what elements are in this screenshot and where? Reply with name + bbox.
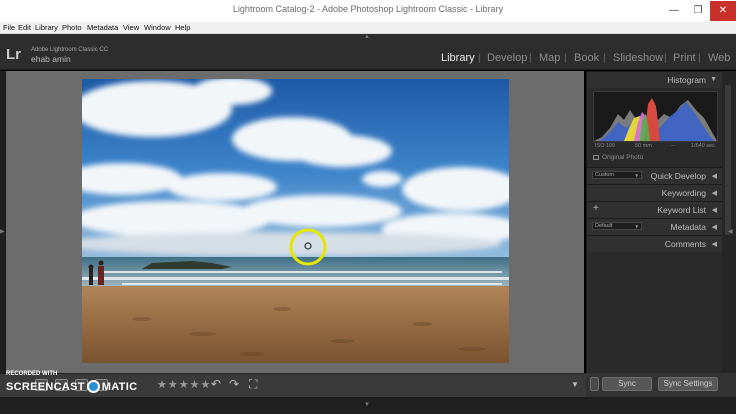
select-arrow-icon: ▼	[634, 173, 639, 178]
module-separator: |	[603, 53, 606, 64]
saved-preset-value: Custom	[595, 172, 614, 178]
keyword-list-panel-header[interactable]: + Keyword List ◀	[587, 201, 723, 218]
shutter-speed: 1/640 sec	[691, 143, 715, 149]
beach-photo-image	[82, 79, 509, 363]
histogram-exif: ISO 100 50 mm -- 1/640 sec	[593, 143, 718, 151]
user-name: ehab amin	[31, 54, 71, 64]
quick-develop-label: Quick Develop	[650, 171, 706, 181]
module-separator: |	[529, 53, 532, 64]
menu-edit[interactable]: Edit	[18, 22, 31, 33]
expand-icon: ◀	[711, 207, 717, 214]
lightroom-logo: Lr	[6, 46, 21, 63]
menu-window[interactable]: Window	[144, 22, 171, 33]
expand-icon: ◀	[711, 190, 717, 197]
aperture-value: --	[671, 143, 675, 149]
metadata-preset-value: Default	[595, 223, 613, 229]
loupe-photo[interactable]	[82, 79, 509, 363]
original-photo-icon	[593, 154, 599, 160]
module-separator: |	[478, 53, 481, 64]
module-print[interactable]: Print	[673, 52, 696, 64]
histogram-graph	[594, 98, 717, 141]
close-button[interactable]: ✕	[710, 1, 736, 21]
quick-develop-panel-header[interactable]: Custom ▼ Quick Develop ◀	[587, 167, 723, 184]
focal-length: 50 mm	[635, 143, 652, 149]
app-name: Adobe Lightroom Classic CC	[31, 47, 109, 53]
original-photo-indicator: Original Photo	[593, 154, 643, 161]
histogram-panel-header[interactable]: Histogram ▼	[587, 71, 723, 88]
right-panel-toggle[interactable]: ◀	[728, 228, 733, 235]
metadata-label: Metadata	[670, 222, 706, 232]
window-title-bar: Lightroom Catalog-2 - Adobe Photoshop Li…	[0, 0, 736, 22]
bottom-panel-toggle[interactable]: ▼	[364, 402, 370, 408]
original-photo-label: Original Photo	[602, 154, 644, 161]
toolbar-options-dropdown[interactable]: ▼	[571, 380, 579, 389]
right-panel: Histogram ▼ ISO 100 50 mm -- 1/640 sec O…	[586, 71, 723, 397]
comments-label: Comments	[664, 239, 706, 249]
module-separator: |	[664, 53, 667, 64]
module-separator: |	[698, 53, 701, 64]
keyword-list-label: Keyword List	[657, 205, 706, 215]
iso-value: ISO 100	[595, 143, 616, 149]
select-arrow-icon: ▼	[634, 224, 639, 229]
expand-icon: ◀	[711, 224, 717, 231]
watermark-brand-right: MATIC	[101, 381, 138, 393]
keywording-label: Keywording	[661, 188, 706, 198]
metadata-panel-header[interactable]: Default ▼ Metadata ◀	[587, 218, 723, 235]
scrollbar-thumb[interactable]	[725, 85, 731, 235]
expand-icon: ◀	[711, 241, 717, 248]
metadata-preset-select[interactable]: Default ▼	[592, 222, 642, 230]
maximize-button[interactable]: ❐	[686, 1, 710, 21]
collapse-icon: ▼	[710, 76, 717, 83]
menu-bar: File Edit Library Photo Metadata View Wi…	[0, 22, 736, 34]
module-separator: |	[564, 53, 567, 64]
expand-icon: ◀	[711, 173, 717, 180]
watermark-brand-left: SCREENCAST	[6, 381, 85, 393]
menu-file[interactable]: File	[3, 22, 15, 33]
sync-button[interactable]: Sync	[602, 377, 652, 391]
minimize-button[interactable]: —	[662, 1, 686, 21]
screencast-watermark: RECORDED WITH SCREENCAST MATIC	[6, 371, 137, 393]
left-panel-toggle[interactable]: ▶	[0, 228, 5, 235]
menu-library[interactable]: Library	[35, 22, 58, 33]
menu-metadata[interactable]: Metadata	[87, 22, 118, 33]
menu-help[interactable]: Help	[175, 22, 190, 33]
module-web[interactable]: Web	[708, 52, 730, 64]
module-slideshow[interactable]: Slideshow	[613, 52, 663, 64]
sync-bar: Sync Sync Settings	[586, 373, 736, 397]
module-develop[interactable]: Develop	[487, 52, 527, 64]
menu-view[interactable]: View	[123, 22, 139, 33]
comments-panel-header[interactable]: Comments ◀	[587, 235, 723, 252]
watermark-logo-icon	[86, 380, 100, 393]
histogram-chart	[593, 91, 718, 142]
watermark-brand: SCREENCAST MATIC	[6, 380, 137, 393]
module-map[interactable]: Map	[539, 52, 560, 64]
menu-photo[interactable]: Photo	[62, 22, 82, 33]
rotate-left-icon[interactable]: ↶	[211, 377, 221, 391]
crop-icon[interactable]: ⛶	[249, 377, 257, 392]
rotate-right-icon[interactable]: ↷	[229, 377, 239, 391]
sync-settings-button[interactable]: Sync Settings	[658, 377, 718, 391]
watermark-recorded-with: RECORDED WITH	[6, 371, 58, 377]
keywording-panel-header[interactable]: Keywording ◀	[587, 184, 723, 201]
auto-sync-switch[interactable]	[590, 377, 599, 391]
histogram-label: Histogram	[667, 75, 706, 85]
saved-preset-select[interactable]: Custom ▼	[592, 171, 642, 179]
module-book[interactable]: Book	[574, 52, 599, 64]
rating-stars[interactable]: ★★★★★	[157, 378, 211, 391]
module-library[interactable]: Library	[441, 52, 475, 64]
window-title: Lightroom Catalog-2 - Adobe Photoshop Li…	[232, 4, 504, 14]
top-panel-toggle[interactable]: ▲	[364, 34, 370, 40]
add-keyword-icon[interactable]: +	[593, 203, 599, 214]
